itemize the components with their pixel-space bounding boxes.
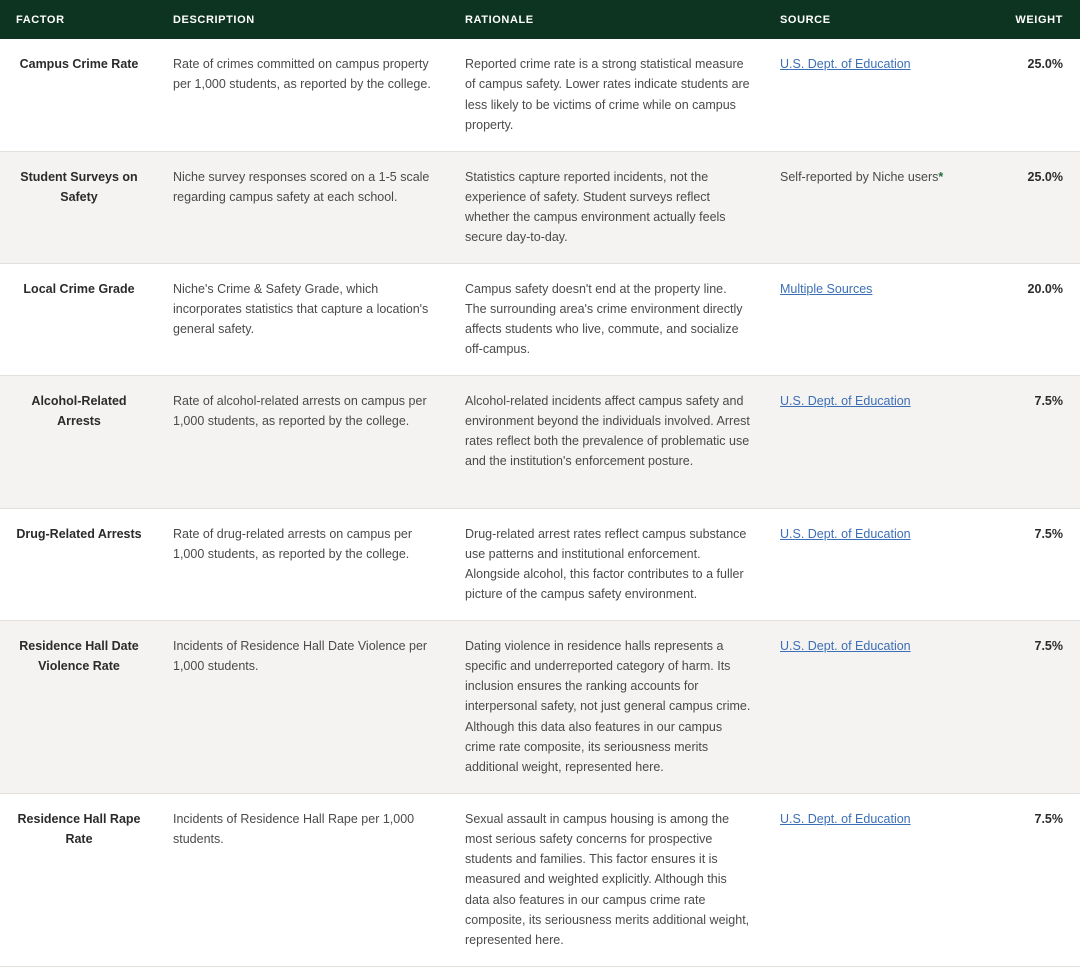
rationale-cell: Campus safety doesn't end at the propert…: [465, 281, 743, 357]
source-link[interactable]: Multiple Sources: [780, 282, 872, 296]
header-row: FACTOR DESCRIPTION RATIONALE SOURCE WEIG…: [0, 0, 1080, 39]
header-weight: WEIGHT: [1015, 13, 1063, 26]
table-row: Local Crime Grade Niche's Crime & Safety…: [0, 263, 1080, 375]
source-cell: U.S. Dept. of Education: [765, 508, 980, 620]
weight-cell: 7.5%: [1034, 526, 1064, 541]
factor-cell: Residence Hall Rape Rate: [17, 811, 141, 846]
source-cell: U.S. Dept. of Education: [765, 375, 980, 508]
rationale-cell: Reported crime rate is a strong statisti…: [465, 57, 750, 132]
table-row: Student Surveys on Safety Niche survey r…: [0, 151, 1080, 263]
description-cell: Niche survey responses scored on a 1-5 s…: [173, 169, 430, 204]
rationale-cell: Alcohol-related incidents affect campus …: [465, 393, 750, 469]
methodology-table: FACTOR DESCRIPTION RATIONALE SOURCE WEIG…: [0, 0, 1080, 967]
description-cell: Niche's Crime & Safety Grade, which inco…: [173, 281, 429, 337]
factor-cell: Student Surveys on Safety: [20, 169, 138, 204]
source-link[interactable]: U.S. Dept. of Education: [780, 394, 911, 408]
description-cell: Rate of drug-related arrests on campus p…: [173, 526, 413, 561]
source-cell: Multiple Sources: [765, 263, 980, 375]
source-link[interactable]: U.S. Dept. of Education: [780, 639, 911, 653]
source-link[interactable]: U.S. Dept. of Education: [780, 527, 911, 541]
header-rationale: RATIONALE: [465, 13, 534, 26]
weight-cell: 25.0%: [1027, 57, 1063, 71]
table-row: Drug-Related Arrests Rate of drug-relate…: [0, 508, 1080, 620]
description-cell: Rate of crimes committed on campus prope…: [173, 57, 431, 92]
weight-cell: 25.0%: [1027, 169, 1063, 184]
table-row: Campus Crime Rate Rate of crimes committ…: [0, 39, 1080, 151]
rationale-cell: Dating violence in residence halls repre…: [465, 638, 751, 775]
source-link[interactable]: U.S. Dept. of Education: [780, 57, 911, 71]
header-source: SOURCE: [780, 13, 831, 26]
source-cell: U.S. Dept. of Education: [765, 793, 980, 966]
factor-cell: Residence Hall Date Violence Rate: [19, 638, 139, 673]
description-cell: Incidents of Residence Hall Rape per 1,0…: [173, 811, 415, 846]
description-cell: Incidents of Residence Hall Date Violenc…: [173, 638, 428, 673]
factor-cell: Alcohol-Related Arrests: [31, 393, 127, 428]
factor-cell: Local Crime Grade: [23, 281, 135, 296]
factor-cell: Campus Crime Rate: [19, 57, 139, 71]
header-description: DESCRIPTION: [173, 13, 255, 26]
source-text: Self-reported by Niche users: [780, 169, 939, 184]
header-factor: FACTOR: [16, 13, 65, 26]
weight-cell: 20.0%: [1027, 281, 1063, 296]
rationale-cell: Statistics capture reported incidents, n…: [465, 169, 726, 245]
weight-cell: 7.5%: [1034, 811, 1064, 826]
source-footnote-marker: *: [938, 169, 944, 184]
table-row: Alcohol-Related Arrests Rate of alcohol-…: [0, 375, 1080, 508]
source-link[interactable]: U.S. Dept. of Education: [780, 812, 911, 826]
factor-cell: Drug-Related Arrests: [16, 526, 142, 541]
table-row: Residence Hall Rape Rate Incidents of Re…: [0, 793, 1080, 966]
source-cell: U.S. Dept. of Education: [765, 620, 980, 793]
rationale-cell: Sexual assault in campus housing is amon…: [465, 811, 750, 948]
source-cell: U.S. Dept. of Education: [765, 39, 980, 151]
rationale-cell: Drug-related arrest rates reflect campus…: [465, 526, 747, 602]
source-cell: Self-reported by Niche users*: [765, 151, 980, 263]
table-body: Campus Crime Rate Rate of crimes committ…: [0, 39, 1080, 966]
table-row: Residence Hall Date Violence Rate Incide…: [0, 620, 1080, 793]
description-cell: Rate of alcohol-related arrests on campu…: [173, 393, 427, 428]
weight-cell: 7.5%: [1034, 638, 1064, 653]
weight-cell: 7.5%: [1034, 393, 1064, 408]
table-header: FACTOR DESCRIPTION RATIONALE SOURCE WEIG…: [0, 0, 1080, 39]
